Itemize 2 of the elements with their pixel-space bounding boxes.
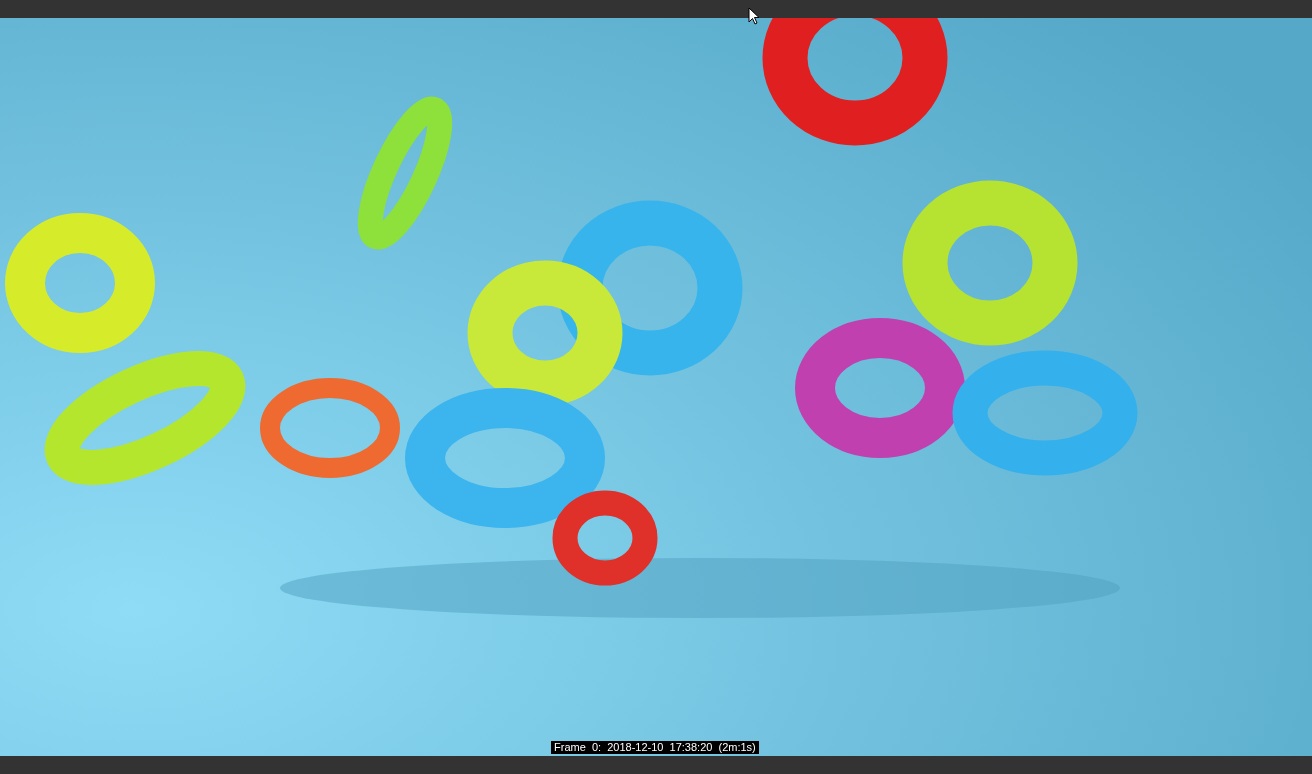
cursor-icon — [748, 7, 760, 25]
render-stamp: Frame 0: 2018-12-10 17:38:20 (2m:1s) — [551, 741, 759, 754]
